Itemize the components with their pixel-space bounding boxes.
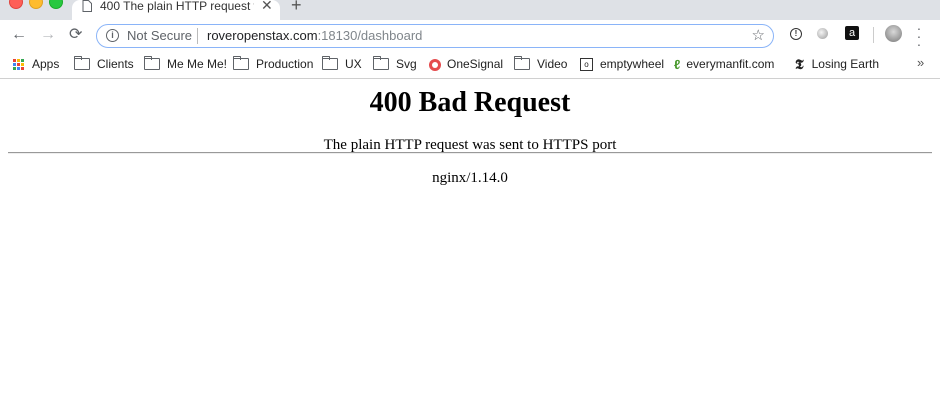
forward-arrow-icon[interactable]: → — [40, 26, 56, 44]
bookmark-emptywheel[interactable]: o emptywheel — [580, 56, 664, 72]
bookmark-label: Losing Earth — [811, 57, 879, 71]
bookmark-label: everymanfit.com — [686, 57, 775, 71]
bookmark-label: Apps — [32, 57, 60, 71]
toolbar-divider — [873, 27, 874, 43]
url-path: :18130/dashboard — [317, 28, 423, 43]
bookmark-onesignal[interactable]: OneSignal — [429, 56, 503, 72]
emptywheel-icon: o — [580, 58, 593, 72]
bookmark-label: UX — [345, 57, 362, 71]
password-manager-icon[interactable]: ! — [790, 28, 802, 40]
tab-active[interactable]: 400 The plain HTTP request w ✕ — [72, 0, 280, 20]
browser-chrome: 400 The plain HTTP request w ✕ + ← → ⟳ i… — [0, 0, 940, 79]
bookmark-clients[interactable]: Clients — [74, 55, 134, 72]
bookmark-apps[interactable]: Apps — [13, 56, 59, 72]
tab-title: 400 The plain HTTP request w — [100, 0, 254, 13]
maximize-window-button[interactable] — [49, 0, 63, 9]
bookmark-me-me-me[interactable]: Me Me Me! — [144, 55, 228, 72]
nyt-icon: 𝕿 — [795, 56, 804, 73]
bookmark-production[interactable]: Production — [233, 55, 314, 72]
folder-icon — [233, 55, 249, 70]
bookmark-video[interactable]: Video — [514, 55, 568, 72]
bookmark-label: Me Me Me! — [167, 57, 228, 71]
tab-close-icon[interactable]: ✕ — [261, 0, 273, 12]
reload-icon[interactable]: ⟳ — [69, 26, 82, 44]
bookmark-svg[interactable]: Svg — [373, 55, 417, 72]
bookmark-everymanfit[interactable]: ℓ everymanfit.com — [674, 56, 774, 72]
menu-dots-icon[interactable]: · · · — [916, 21, 922, 51]
bookmark-label: Clients — [97, 57, 134, 71]
error-heading: 400 Bad Request — [369, 87, 571, 118]
folder-icon — [514, 55, 530, 70]
address-divider — [197, 28, 198, 44]
profile-avatar[interactable] — [885, 25, 902, 42]
extension-circle-icon[interactable] — [817, 28, 828, 39]
divider — [8, 152, 932, 154]
close-window-button[interactable] — [9, 0, 23, 9]
folder-icon — [373, 55, 389, 70]
url-text[interactable]: roveropenstax.com:18130/dashboard — [207, 28, 422, 43]
bookmark-losing-earth[interactable]: 𝕿 Losing Earth — [795, 56, 879, 73]
folder-icon — [74, 55, 90, 70]
minimize-window-button[interactable] — [29, 0, 43, 9]
more-bookmarks-chevron-icon[interactable]: » — [917, 55, 924, 70]
toolbar: ← → ⟳ i Not Secure roveropenstax.com:181… — [0, 20, 940, 52]
address-bar[interactable]: i Not Secure roveropenstax.com:18130/das… — [96, 24, 774, 48]
url-host: roveropenstax.com — [207, 28, 318, 43]
bookmark-label: OneSignal — [447, 57, 504, 71]
folder-icon — [322, 55, 338, 70]
onesignal-icon — [429, 58, 441, 71]
server-signature: nginx/1.14.0 — [432, 170, 508, 186]
page-content: 400 Bad Request The plain HTTP request w… — [0, 80, 940, 400]
amazon-icon[interactable]: a — [845, 26, 859, 40]
tab-strip: 400 The plain HTTP request w ✕ + — [0, 0, 940, 20]
star-icon[interactable]: ☆ — [752, 26, 765, 44]
bookmark-label: Svg — [396, 57, 417, 71]
back-arrow-icon[interactable]: ← — [11, 26, 27, 44]
folder-icon — [144, 55, 160, 70]
bookmark-label: Video — [537, 57, 568, 71]
apps-grid-icon — [13, 59, 24, 71]
security-status[interactable]: Not Secure — [127, 28, 192, 43]
bookmark-label: Production — [256, 57, 314, 71]
bookmark-label: emptywheel — [600, 57, 665, 71]
new-tab-button[interactable]: + — [291, 0, 302, 14]
document-icon — [82, 0, 92, 12]
everymanfit-icon: ℓ — [674, 56, 681, 72]
info-icon[interactable]: i — [106, 29, 119, 42]
bookmarks-bar: Apps Clients Me Me Me! Production UX Svg… — [0, 52, 940, 79]
bookmark-ux[interactable]: UX — [322, 55, 362, 72]
